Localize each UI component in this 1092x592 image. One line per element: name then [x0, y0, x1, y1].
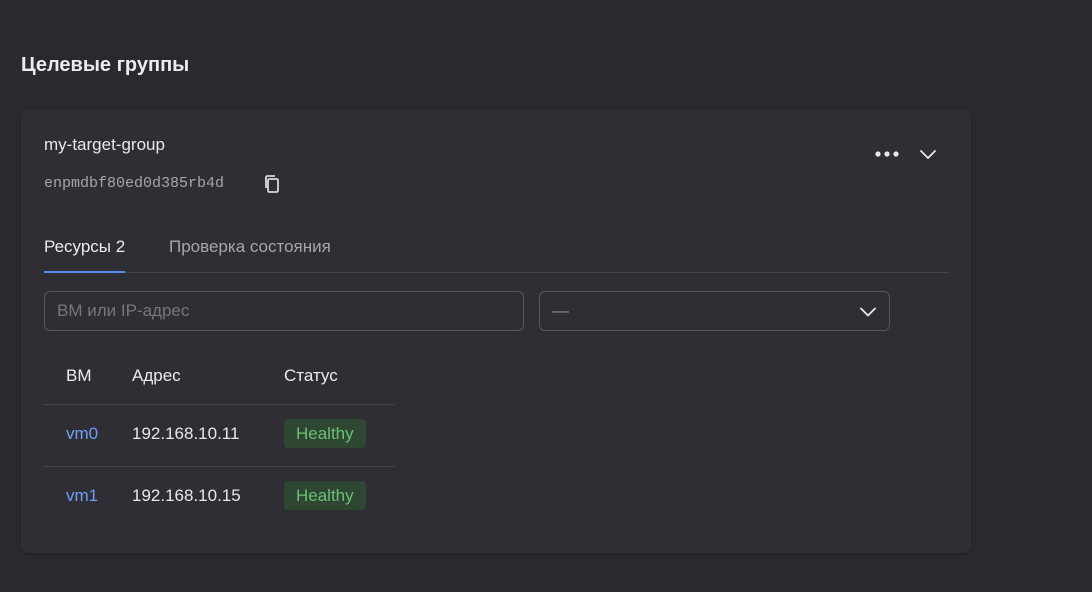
target-group-name: my-target-group [44, 135, 165, 154]
status-cell: Healthy [284, 481, 366, 510]
status-badge: Healthy [284, 419, 366, 448]
more-actions-button[interactable] [871, 142, 903, 166]
chevron-down-icon [860, 307, 876, 317]
select-value: — [552, 301, 569, 320]
more-horizontal-icon [875, 151, 899, 157]
ip-address: 192.168.10.15 [132, 486, 241, 505]
tab-resources[interactable]: Ресурсы 2 [44, 237, 126, 273]
table-row: vm1 192.168.10.15 Healthy [44, 467, 395, 529]
target-group-id: enpmdbf80ed0d385rb4d [44, 175, 225, 192]
copy-id-button[interactable] [261, 173, 283, 195]
vm-link[interactable]: vm0 [66, 424, 98, 444]
ip-address: 192.168.10.11 [132, 424, 240, 443]
page: Целевые группы my-target-group enpmdbf80… [0, 0, 1092, 592]
table-row: vm0 192.168.10.11 Healthy [44, 405, 395, 467]
status-filter-select[interactable]: — [539, 291, 890, 331]
target-group-card: my-target-group enpmdbf80ed0d385rb4d Рес… [21, 109, 971, 553]
status-cell: Healthy [284, 419, 366, 448]
resources-table: ВМ Адрес Статус vm0 192.168.10.11 Health… [44, 357, 395, 529]
table-header: ВМ Адрес Статус [44, 357, 395, 405]
section-title: Целевые группы [21, 54, 190, 76]
vm-link[interactable]: vm1 [66, 486, 98, 506]
column-header-status: Статус [284, 366, 338, 385]
copy-icon [265, 175, 279, 193]
tab-health-check[interactable]: Проверка состояния [169, 237, 331, 273]
tabs: Ресурсы 2 Проверка состояния [44, 235, 949, 273]
expand-button[interactable] [914, 142, 942, 166]
column-header-vm: ВМ [66, 366, 92, 385]
search-input[interactable] [44, 291, 524, 331]
chevron-down-icon [920, 150, 936, 159]
status-badge: Healthy [284, 481, 366, 510]
column-header-address: Адрес [132, 366, 181, 385]
